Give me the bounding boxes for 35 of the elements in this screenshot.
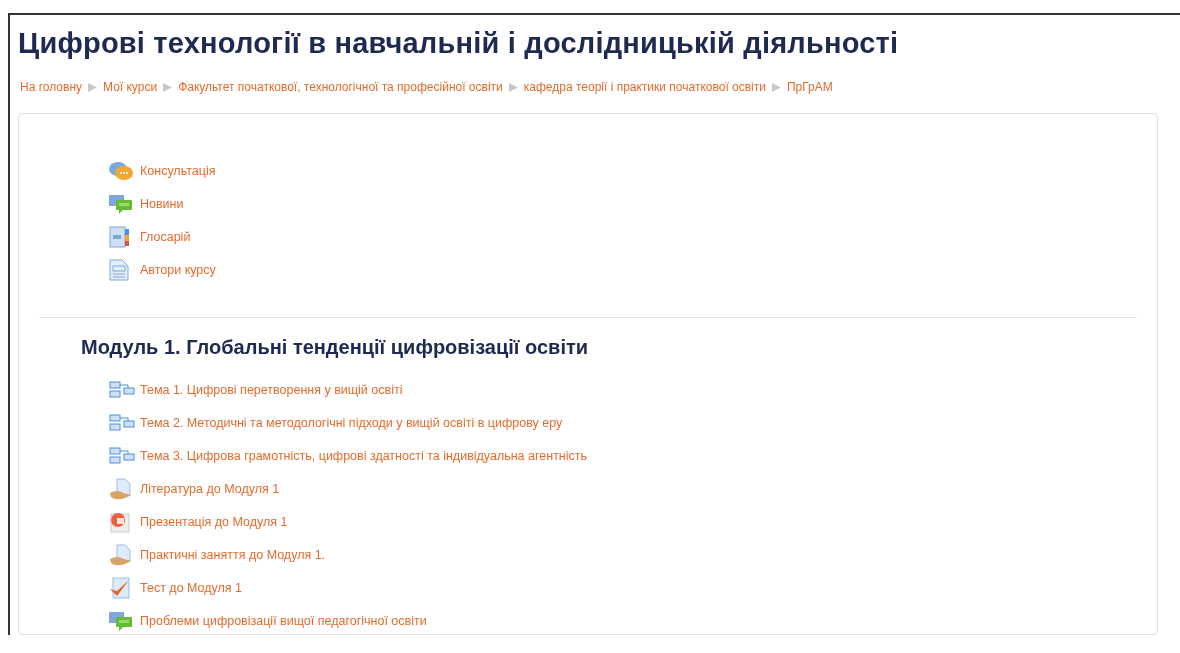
- speech-bubbles-icon: [109, 610, 133, 631]
- breadcrumb-link[interactable]: Факультет початкової, технологічної та професійної освіти: [178, 80, 503, 94]
- presentation-file-icon: [109, 510, 131, 533]
- separator-arrow-icon: [88, 82, 97, 92]
- breadcrumb-link[interactable]: На головну: [20, 80, 82, 94]
- activity-link[interactable]: Глосарій: [140, 229, 191, 244]
- section-heading: Модуль 1. Глобальні тенденції цифровізації освіти: [81, 336, 590, 359]
- course-title: Цифрові технології в навчальній і дослідницькій діяльності: [18, 26, 900, 60]
- dictionary-icon: [109, 225, 131, 248]
- separator-arrow-icon: [163, 82, 173, 92]
- breadcrumb-link[interactable]: Мої курси: [103, 80, 158, 94]
- activity-link[interactable]: Проблеми цифровізації вищої педагогічної освіти: [140, 613, 427, 628]
- hierarchy-icon: [109, 380, 135, 399]
- activity-link[interactable]: Тема 1. Цифрові перетворення у вищій освіті: [140, 382, 403, 397]
- breadcrumb-link[interactable]: кафедра теорії і практики початкової освіти: [523, 80, 766, 94]
- document-on-hand-icon: [109, 543, 133, 566]
- activity-link[interactable]: Новини: [140, 196, 184, 211]
- activity-link[interactable]: Література до Модуля 1: [140, 481, 280, 496]
- hierarchy-icon: [109, 413, 135, 432]
- document-on-hand-icon: [109, 477, 133, 500]
- activity-link[interactable]: Презентація до Модуля 1: [140, 514, 288, 529]
- activity-link[interactable]: Тест до Модуля 1: [140, 580, 243, 595]
- activity-link[interactable]: Консультація: [140, 163, 216, 178]
- chat-bubble-icon: [109, 160, 133, 181]
- separator-arrow-icon: [508, 82, 518, 92]
- separator-arrow-icon: [772, 82, 781, 92]
- hierarchy-icon: [109, 446, 135, 465]
- activity-link[interactable]: Автори курсу: [140, 262, 216, 277]
- document-icon: [109, 258, 129, 281]
- checkmark-icon: [109, 576, 131, 599]
- breadcrumb-link[interactable]: ПрГрАМ: [787, 80, 833, 94]
- activity-link[interactable]: Тема 2. Методичні та методологічні підходи у вищій освіті в цифрову еру: [140, 415, 563, 430]
- speech-bubbles-icon: [109, 193, 133, 214]
- activity-link[interactable]: Тема 3. Цифрова грамотність, цифрові здатності та індивідуальна агентність: [140, 448, 588, 463]
- activity-link[interactable]: Практичні заняття до Модуля 1.: [140, 547, 326, 562]
